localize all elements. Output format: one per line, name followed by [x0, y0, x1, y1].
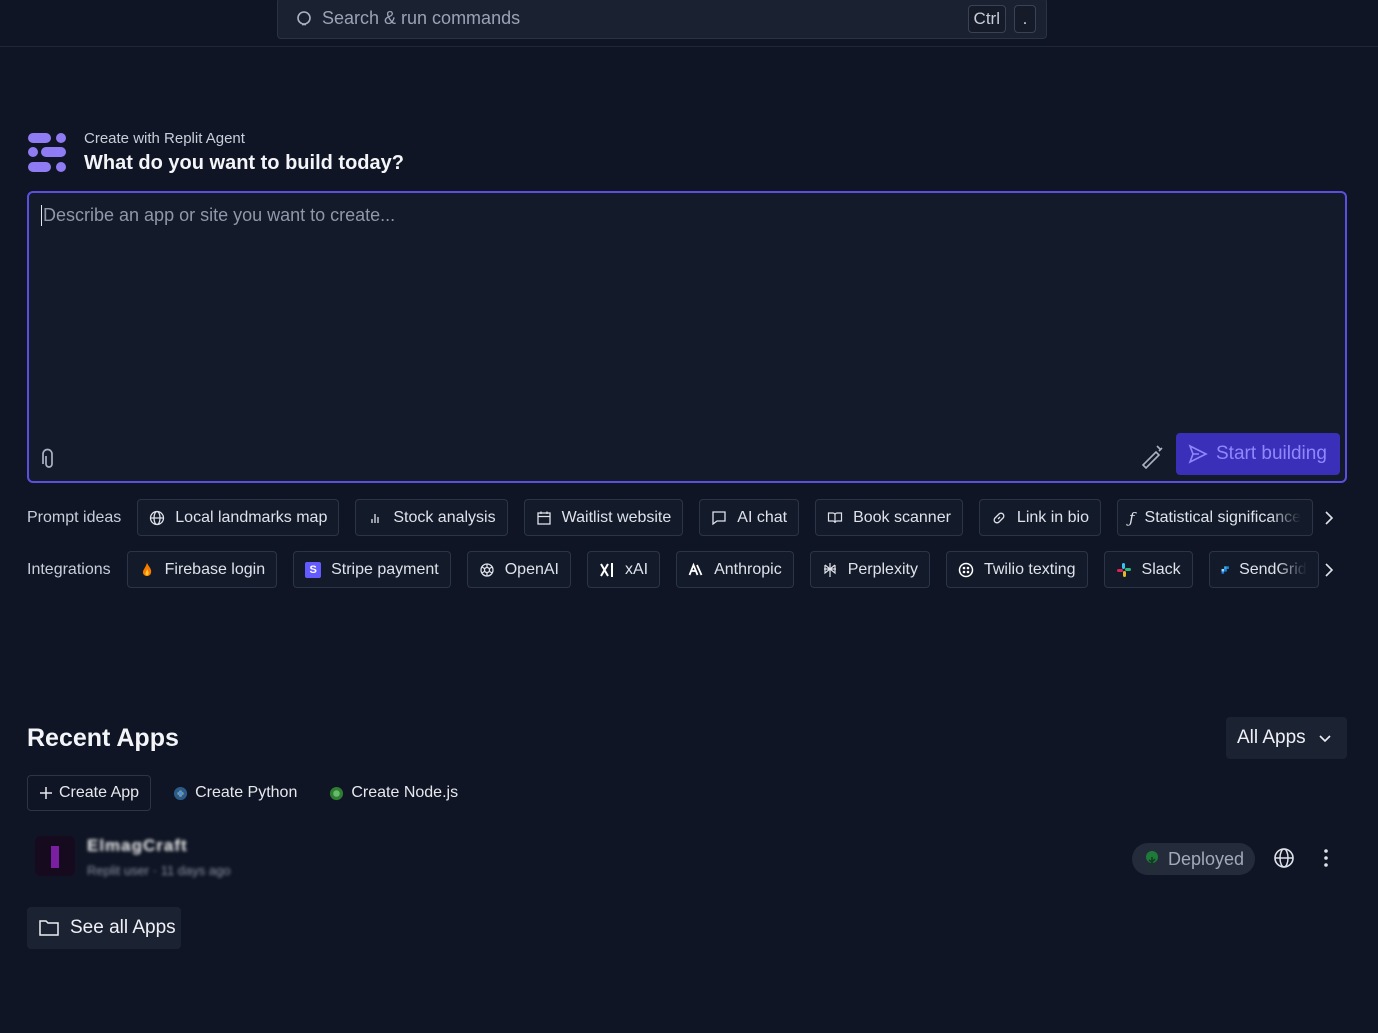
- chip-label: Firebase login: [164, 560, 266, 578]
- chip-label: Waitlist website: [561, 508, 672, 526]
- link-icon: [993, 512, 1005, 523]
- all-apps-dropdown[interactable]: All Apps: [1226, 717, 1347, 759]
- magic-wand-icon[interactable]: [1139, 443, 1165, 469]
- create-nodejs-label: Create Node.js: [351, 784, 459, 801]
- chevron-right-icon[interactable]: [1319, 508, 1339, 528]
- recent-app-row[interactable]: ElmagCraft Replit user · 11 days ago Dep…: [27, 830, 1347, 886]
- create-app-button[interactable]: Create App: [27, 775, 152, 811]
- agent-subtitle: Create with Replit Agent: [84, 130, 245, 147]
- create-app-label: Create App: [59, 784, 140, 801]
- create-python-label: Create Python: [195, 784, 298, 801]
- create-python-button[interactable]: Create Python: [173, 784, 297, 802]
- plus-icon: [40, 787, 52, 799]
- twilio-icon: [958, 562, 974, 577]
- chip-label: Slack: [1141, 560, 1181, 578]
- python-icon: [174, 786, 188, 800]
- app-name: ElmagCraft: [87, 836, 188, 855]
- xai-icon: [600, 562, 613, 577]
- chip-label: Stripe payment: [331, 560, 439, 578]
- integrations-label: Integrations: [27, 560, 111, 578]
- prompt-idea-local-landmarks-map[interactable]: Local landmarks map: [137, 499, 340, 536]
- see-all-apps-button[interactable]: See all Apps: [27, 907, 181, 949]
- folder-icon: [39, 920, 59, 936]
- calendar-icon: [536, 511, 551, 525]
- chat-bubble-icon: [712, 510, 726, 525]
- chip-label: Link in bio: [1016, 508, 1089, 526]
- globe-icon: [150, 510, 165, 525]
- integrations-row: Integrations Firebase login S Stripe pay…: [27, 551, 1335, 588]
- integration-perplexity[interactable]: Perplexity: [809, 551, 930, 588]
- stripe-icon: S: [305, 561, 322, 578]
- agent-title: What do you want to build today?: [84, 152, 404, 174]
- chip-label: xAI: [624, 560, 649, 578]
- integration-stripe-payment[interactable]: S Stripe payment: [293, 551, 451, 588]
- top-bar: Search & run commands Ctrl .: [0, 0, 1378, 47]
- start-building-button[interactable]: Start building: [1176, 433, 1340, 475]
- prompt-idea-waitlist-website[interactable]: Waitlist website: [523, 499, 684, 536]
- prompt-idea-link-in-bio[interactable]: Link in bio: [978, 499, 1101, 536]
- prompt-ideas-row: Prompt ideas Local landmarks map Stock a…: [27, 499, 1329, 536]
- integration-openai[interactable]: OpenAI: [466, 551, 571, 588]
- replit-agent-logo-icon: [28, 132, 66, 172]
- nodejs-icon: [330, 786, 344, 800]
- integration-twilio-texting[interactable]: Twilio texting: [945, 551, 1088, 588]
- globe-icon[interactable]: [1273, 847, 1295, 869]
- chip-label: AI chat: [737, 508, 788, 526]
- chevron-down-icon: [1319, 735, 1331, 743]
- chevron-right-icon[interactable]: [1319, 560, 1339, 580]
- prompt-idea-ai-chat[interactable]: AI chat: [699, 499, 800, 536]
- chip-label: Statistical significance: [1144, 508, 1302, 526]
- integration-anthropic[interactable]: Anthropic: [676, 551, 794, 588]
- integration-firebase-login[interactable]: Firebase login: [126, 551, 278, 588]
- prompt-box: Start building: [27, 191, 1347, 483]
- chip-label: Local landmarks map: [175, 508, 328, 526]
- integration-slack[interactable]: Slack: [1103, 551, 1193, 588]
- chip-label: Anthropic: [714, 560, 782, 578]
- chip-label: Stock analysis: [393, 508, 496, 526]
- deployed-status-badge: Deployed: [1132, 843, 1256, 875]
- function-icon: ƒ: [1128, 508, 1135, 527]
- chip-label: Twilio texting: [983, 560, 1076, 578]
- agent-header: Create with Replit Agent What do you wan…: [27, 130, 404, 175]
- deployed-label: Deployed: [1168, 848, 1245, 869]
- shortcut-key-period: .: [1014, 4, 1036, 33]
- chip-label: OpenAI: [504, 560, 559, 578]
- recent-apps-title: Recent Apps: [27, 724, 179, 752]
- prompt-input[interactable]: [41, 205, 1331, 226]
- search-placeholder: Search & run commands: [322, 8, 521, 28]
- slack-icon: [1116, 562, 1131, 577]
- shortcut-key-ctrl: Ctrl: [967, 4, 1006, 33]
- prompt-idea-statistical-significance[interactable]: ƒ Statistical significance: [1116, 499, 1313, 536]
- chip-label: Book scanner: [853, 508, 951, 526]
- chip-label: Perplexity: [847, 560, 918, 578]
- create-actions-row: Create App Create Python Create Node.js: [27, 775, 490, 811]
- search-icon: [297, 10, 311, 25]
- perplexity-icon: [823, 562, 836, 577]
- prompt-idea-stock-analysis[interactable]: Stock analysis: [355, 499, 508, 536]
- firebase-icon: [142, 562, 151, 576]
- all-apps-label: All Apps: [1237, 727, 1306, 748]
- integration-xai[interactable]: xAI: [586, 551, 661, 588]
- create-nodejs-button[interactable]: Create Node.js: [329, 784, 458, 802]
- bar-chart-icon: [371, 513, 379, 523]
- integration-sendgrid[interactable]: SendGrid: [1208, 551, 1319, 588]
- prompt-idea-book-scanner[interactable]: Book scanner: [815, 499, 963, 536]
- see-all-apps-label: See all Apps: [70, 917, 176, 938]
- sendgrid-icon: [1221, 565, 1229, 574]
- attach-paperclip-icon[interactable]: [37, 448, 61, 472]
- chip-label: SendGrid: [1239, 560, 1307, 578]
- openai-icon: [480, 562, 494, 577]
- anthropic-icon: [688, 562, 703, 575]
- app-thumbnail: [35, 836, 75, 876]
- deployment-tree-icon: [1146, 851, 1158, 867]
- open-book-icon: [827, 511, 843, 523]
- command-search-bar[interactable]: Search & run commands Ctrl .: [277, 0, 1047, 39]
- prompt-ideas-label: Prompt ideas: [27, 508, 122, 526]
- send-icon: [1188, 444, 1208, 464]
- app-meta: Replit user · 11 days ago: [87, 863, 231, 878]
- more-options-icon[interactable]: [1316, 847, 1336, 869]
- start-building-label: Start building: [1216, 443, 1327, 464]
